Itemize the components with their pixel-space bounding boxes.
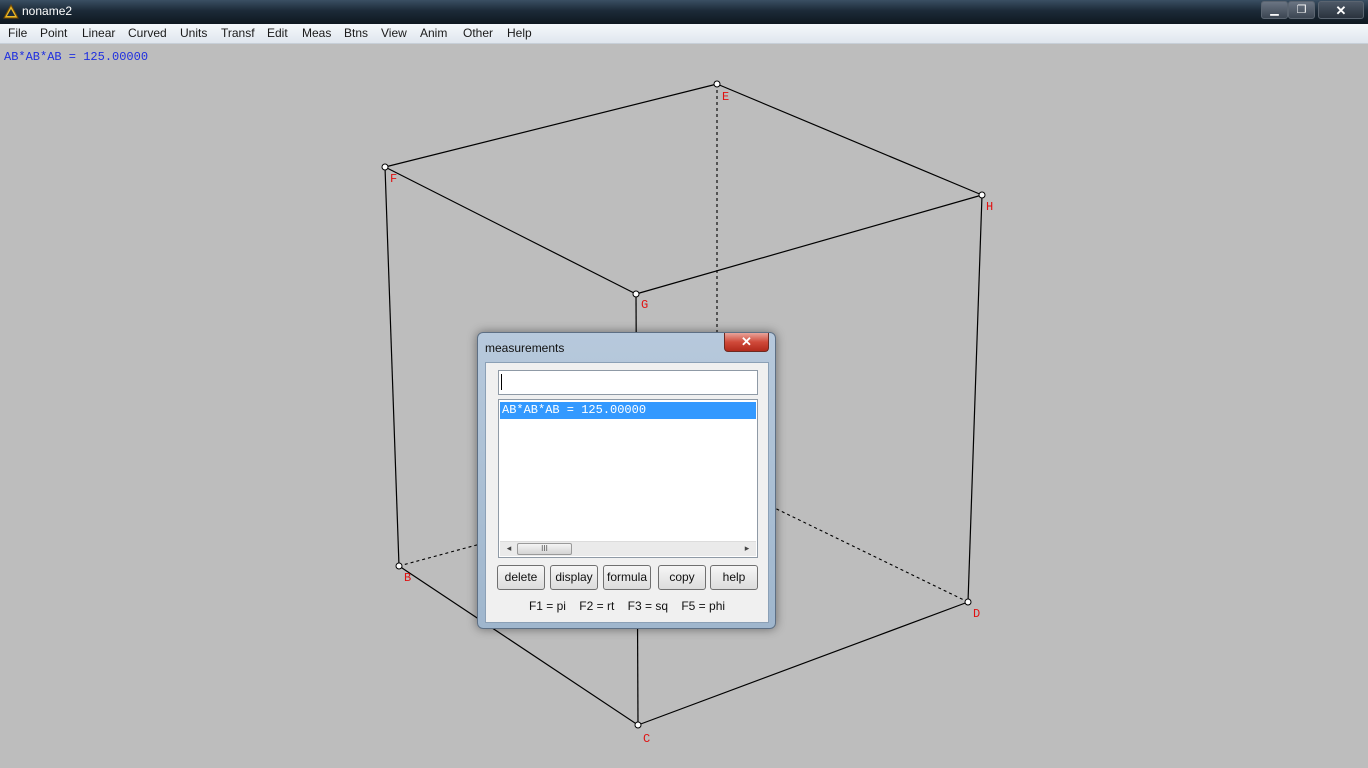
formula-input[interactable] bbox=[498, 370, 758, 395]
display-button[interactable]: display bbox=[550, 565, 598, 590]
label-b: B bbox=[404, 571, 411, 585]
point-h[interactable] bbox=[978, 191, 986, 199]
dialog-body: AB*AB*AB = 125.00000 ◂ III ▸ delete disp… bbox=[485, 362, 769, 623]
edge-fb[interactable] bbox=[384, 166, 400, 567]
horizontal-scrollbar[interactable]: ◂ III ▸ bbox=[500, 541, 756, 556]
scroll-left-icon[interactable]: ◂ bbox=[502, 543, 516, 554]
label-g: G bbox=[641, 298, 648, 312]
measurements-dialog: measurements ✕ AB*AB*AB = 125.00000 ◂ II… bbox=[477, 332, 776, 629]
label-f: F bbox=[390, 172, 397, 186]
label-d: D bbox=[973, 607, 980, 621]
edge-hd[interactable] bbox=[967, 194, 983, 603]
point-f[interactable] bbox=[381, 163, 389, 171]
scroll-right-icon[interactable]: ▸ bbox=[740, 543, 754, 554]
edge-fg[interactable] bbox=[384, 166, 637, 295]
delete-button[interactable]: delete bbox=[497, 565, 545, 590]
measurement-list[interactable]: AB*AB*AB = 125.00000 ◂ III ▸ bbox=[498, 399, 758, 558]
edge-hg[interactable] bbox=[635, 194, 983, 295]
dialog-title: measurements bbox=[485, 341, 565, 355]
point-g[interactable] bbox=[632, 290, 640, 298]
help-button[interactable]: help bbox=[710, 565, 758, 590]
text-caret bbox=[501, 374, 502, 390]
label-c: C bbox=[643, 732, 650, 746]
list-item-selected[interactable]: AB*AB*AB = 125.00000 bbox=[500, 402, 756, 419]
function-key-hint: F1 = pi F2 = rt F3 = sq F5 = phi bbox=[528, 599, 726, 613]
dialog-close-button[interactable]: ✕ bbox=[724, 333, 769, 352]
copy-button[interactable]: copy bbox=[658, 565, 706, 590]
label-h: H bbox=[986, 200, 993, 214]
point-b[interactable] bbox=[395, 562, 403, 570]
edge-eh[interactable] bbox=[716, 83, 983, 196]
label-e: E bbox=[722, 90, 729, 104]
edge-ef[interactable] bbox=[384, 83, 718, 168]
point-e[interactable] bbox=[713, 80, 721, 88]
scroll-thumb[interactable]: III bbox=[517, 543, 572, 555]
formula-button[interactable]: formula bbox=[603, 565, 651, 590]
point-c[interactable] bbox=[634, 721, 642, 729]
point-d[interactable] bbox=[964, 598, 972, 606]
